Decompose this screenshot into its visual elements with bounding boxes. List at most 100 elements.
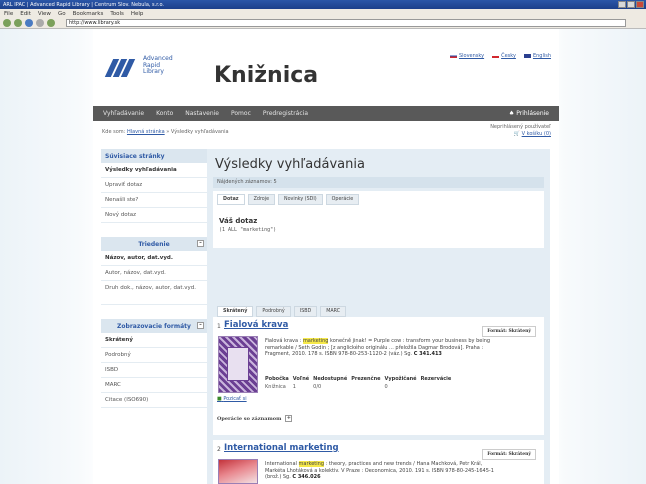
window-title: ARL IPAC | Advanced Rapid Library | Cent… (3, 1, 164, 8)
sidebar: Súvisiace stránky Výsledky vyhľadávania … (101, 149, 207, 415)
tab-isbd[interactable]: ISBD (293, 306, 318, 317)
col-unavailable: Nedostupné (313, 376, 348, 382)
lang-czech[interactable]: Česky (492, 53, 516, 59)
menu-bookmarks[interactable]: Bookmarks (73, 11, 104, 17)
collapse-icon[interactable]: – (197, 322, 204, 329)
logo-text: Advanced Rapid Library (143, 55, 173, 75)
book-cover-image[interactable] (218, 459, 258, 484)
book-cover-image[interactable] (218, 336, 258, 393)
tab-operations[interactable]: Operácie (325, 194, 360, 205)
borrow-link[interactable]: ■ Pozicať si (217, 396, 247, 402)
col-free: Voľné (292, 376, 310, 382)
result-title-link[interactable]: Fialová krava (224, 320, 288, 330)
nav-preregistration[interactable]: Predregistrácia (263, 110, 308, 117)
logo-stripes-icon (104, 59, 139, 77)
search-highlight: marketing (302, 338, 329, 344)
sort-option-author[interactable]: Autor, názov, dat.vyd. (101, 266, 207, 281)
tab-sources[interactable]: Zdroje (247, 194, 276, 205)
lang-slovak[interactable]: Slovensky (449, 53, 484, 59)
browser-titlebar: ARL IPAC | Advanced Rapid Library | Cent… (0, 0, 646, 9)
query-panel: Dotaz Zdroje Novinky (SDI) Operácie Váš … (213, 191, 544, 248)
call-number: C 346.026 (292, 474, 321, 480)
nav-search[interactable]: Vyhľadávanie (103, 110, 144, 117)
library-logo[interactable]: Advanced Rapid Library (104, 53, 185, 83)
maximize-icon[interactable] (627, 1, 635, 8)
main-content: Výsledky vyhľadávania Nájdených záznamov… (207, 149, 550, 484)
sort-heading: Triedenie – (101, 237, 207, 251)
col-reservations: Rezervácie (420, 376, 452, 382)
nav-help[interactable]: Pomoc (231, 110, 251, 117)
menu-file[interactable]: File (4, 11, 13, 17)
menu-view[interactable]: View (38, 11, 51, 17)
query-text: (1 ALL "marketing") (219, 227, 277, 233)
stop-icon[interactable] (36, 19, 44, 27)
tab-query[interactable]: Dotaz (217, 194, 245, 205)
site-page: Advanced Rapid Library Knižnica Slovensk… (93, 29, 559, 484)
tab-short[interactable]: Skrátený (217, 306, 254, 317)
forward-icon[interactable] (14, 19, 22, 27)
format-option-marc[interactable]: MARC (101, 378, 207, 393)
language-switcher: Slovensky Česky English (449, 53, 551, 59)
format-option-isbd[interactable]: ISBD (101, 363, 207, 378)
sidebar-item-new-query[interactable]: Nový dotaz (101, 208, 207, 223)
close-icon[interactable] (636, 1, 644, 8)
result-item: 1 Fialová krava Formát: Skrátený Fialová… (213, 317, 544, 435)
col-borrowed: Vypožičané (384, 376, 417, 382)
format-short-button[interactable]: Formát: Skrátený (482, 326, 536, 337)
expand-icon[interactable]: + (285, 415, 293, 422)
call-number: C 341.413 (413, 351, 442, 357)
menu-go[interactable]: Go (58, 11, 66, 17)
basket-icon: 🛒 (513, 130, 521, 137)
minimize-icon[interactable] (618, 1, 626, 8)
menu-edit[interactable]: Edit (20, 11, 31, 17)
col-reference: Prezenčne (351, 376, 381, 382)
nav-account[interactable]: Konto (156, 110, 173, 117)
basket-link[interactable]: V košíku (0) (522, 131, 551, 137)
sidebar-item-results[interactable]: Výsledky vyhľadávania (101, 163, 207, 178)
sidebar-item-not-found[interactable]: Nenašli ste? (101, 193, 207, 208)
result-description: International marketing : theory, practi… (265, 461, 494, 480)
col-branch: Pobočka (265, 376, 289, 382)
nav-settings[interactable]: Nastavenie (185, 110, 219, 117)
result-number: 2 (217, 446, 221, 453)
menu-tools[interactable]: Tools (110, 11, 124, 17)
reload-icon[interactable] (25, 19, 33, 27)
tab-marc[interactable]: MARC (320, 306, 347, 317)
breadcrumb-home[interactable]: Hlavná stránka (127, 129, 165, 135)
sort-option-doctype[interactable]: Druh dok., názov, autor, dat.vyd. (101, 281, 207, 305)
menu-help[interactable]: Help (131, 11, 144, 17)
availability-table: Pobočka Voľné Nedostupné Prezenčne Vypož… (265, 375, 455, 391)
related-pages-panel: Súvisiace stránky Výsledky vyhľadávania … (101, 149, 207, 223)
site-title: Knižnica (214, 63, 319, 88)
browser-toolbar: http://www.library.sk (0, 18, 646, 29)
record-operations[interactable]: Operácie so záznamom + (217, 415, 293, 422)
borrow-icon: ■ (217, 396, 222, 402)
browser-menubar: File Edit View Go Bookmarks Tools Help (0, 9, 646, 18)
url-input[interactable]: http://www.library.sk (66, 19, 626, 27)
window-controls (618, 1, 644, 8)
table-row: Knižnica 1 0/0 0 (265, 384, 388, 390)
login-link[interactable]: ♠ Prihlásenie (509, 110, 549, 117)
format-option-detailed[interactable]: Podrobný (101, 348, 207, 363)
query-tabs: Dotaz Zdroje Novinky (SDI) Operácie (217, 194, 360, 205)
user-info: Neprihlásený používateľ 🛒 V košíku (0) (490, 124, 551, 137)
tab-news-sdi[interactable]: Novinky (SDI) (278, 194, 323, 205)
page-title: Výsledky vyhľadávania (215, 157, 365, 172)
query-title: Váš dotaz (219, 217, 258, 225)
back-icon[interactable] (3, 19, 11, 27)
result-title-link[interactable]: International marketing (224, 443, 339, 453)
related-pages-heading: Súvisiace stránky (101, 149, 207, 163)
tab-detailed[interactable]: Podrobný (256, 306, 291, 317)
breadcrumb-current: Výsledky vyhľadávania (170, 129, 229, 135)
sidebar-item-edit-query[interactable]: Upraviť dotaz (101, 178, 207, 193)
result-count: Nájdených záznamov: 5 (213, 177, 544, 188)
lang-english[interactable]: English (523, 53, 551, 59)
home-icon[interactable] (47, 19, 55, 27)
flag-sk-icon (449, 53, 457, 58)
format-short-button[interactable]: Formát: Skrátený (482, 449, 536, 460)
collapse-icon[interactable]: – (197, 240, 204, 247)
format-option-citation[interactable]: Citace (ISO690) (101, 393, 207, 408)
sort-option-title[interactable]: Názov, autor, dat.vyd. (101, 251, 207, 266)
result-description: Fialová krava : marketing konečně jinak!… (265, 338, 491, 357)
format-option-short[interactable]: Skrátený (101, 333, 207, 348)
